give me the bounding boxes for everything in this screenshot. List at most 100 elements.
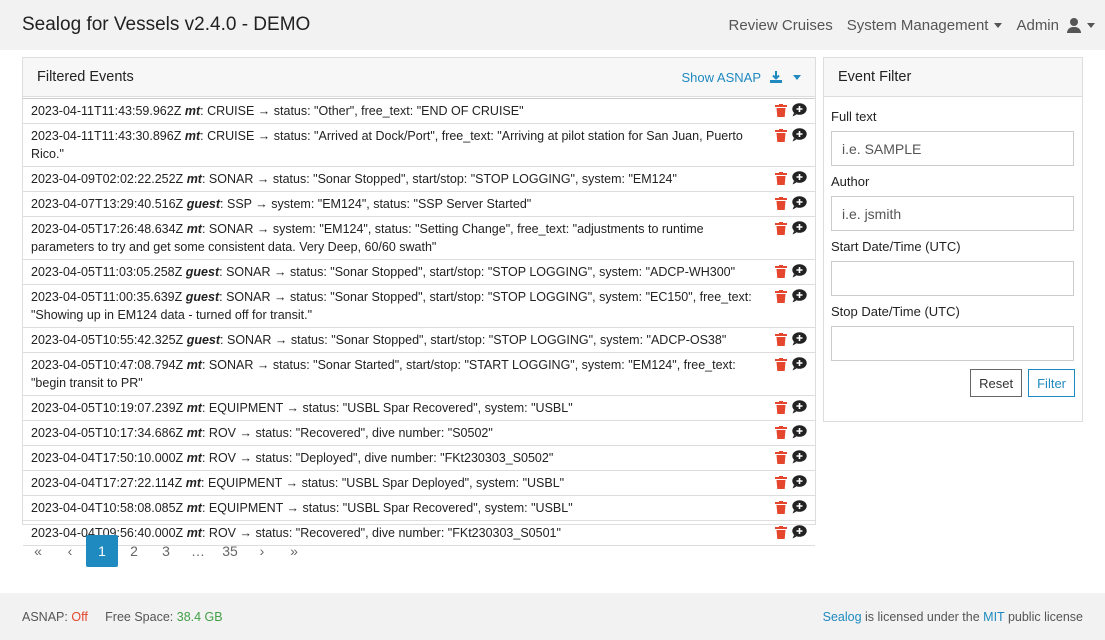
event-detail: status: "Sonar Stopped", start/stop: "ST… [290, 333, 727, 347]
page-1-button[interactable]: 1 [86, 535, 118, 567]
event-timestamp: 2023-04-05T10:17:34.686Z [31, 426, 184, 440]
comment-add-icon[interactable] [792, 400, 807, 414]
arrow-right-icon: → [274, 333, 288, 347]
trash-icon[interactable] [775, 400, 787, 414]
chevron-down-icon[interactable] [793, 74, 801, 80]
review-cruises-link[interactable]: Review Cruises [729, 17, 833, 34]
arrow-right-icon: → [286, 501, 300, 515]
trash-icon[interactable] [775, 103, 787, 117]
trash-icon[interactable] [775, 128, 787, 142]
start-datetime-input[interactable] [831, 261, 1074, 296]
trash-icon[interactable] [775, 525, 787, 539]
event-actions [775, 264, 807, 278]
event-type: SONAR [226, 290, 271, 304]
trash-icon[interactable] [775, 221, 787, 235]
event-author: mt [186, 426, 202, 440]
author-input[interactable] [831, 196, 1074, 231]
event-type: CRUISE [207, 129, 255, 143]
page-next-button[interactable]: › [246, 535, 278, 567]
page-prev-button[interactable]: ‹ [54, 535, 86, 567]
event-row[interactable]: 2023-04-09T02:02:22.252Z mt: SONAR → sta… [23, 167, 815, 192]
event-row[interactable]: 2023-04-05T17:26:48.634Z mt: SONAR → sys… [23, 217, 815, 260]
comment-add-icon[interactable] [792, 475, 807, 489]
trash-icon[interactable] [775, 425, 787, 439]
stop-datetime-input[interactable] [831, 326, 1074, 361]
event-actions [775, 221, 807, 235]
comment-add-icon[interactable] [792, 289, 807, 303]
event-row[interactable]: 2023-04-05T10:19:07.239Z mt: EQUIPMENT →… [23, 396, 815, 421]
system-management-label: System Management [846, 16, 989, 34]
page-35-button[interactable]: 35 [214, 535, 246, 567]
event-row[interactable]: 2023-04-05T11:03:05.258Z guest: SONAR → … [23, 260, 815, 285]
comment-add-icon[interactable] [792, 450, 807, 464]
event-row[interactable]: 2023-04-11T11:43:30.896Z mt: CRUISE → st… [23, 124, 815, 167]
trash-icon[interactable] [775, 357, 787, 371]
arrow-right-icon: → [257, 129, 271, 143]
reset-button[interactable]: Reset [970, 369, 1023, 397]
event-row[interactable]: 2023-04-07T13:29:40.516Z guest: SSP → sy… [23, 192, 815, 217]
license-text: is licensed under the [865, 609, 980, 624]
event-row[interactable]: 2023-04-04T10:58:08.085Z mt: EQUIPMENT →… [23, 496, 815, 521]
page-first-button[interactable]: « [22, 535, 54, 567]
event-timestamp: 2023-04-09T02:02:22.252Z [31, 172, 184, 186]
page-2-button[interactable]: 2 [118, 535, 150, 567]
show-asnap-label: Show ASNAP [681, 69, 762, 85]
event-row[interactable]: 2023-04-04T17:27:22.114Z mt: EQUIPMENT →… [23, 471, 815, 496]
event-author: mt [186, 401, 202, 415]
event-row[interactable]: 2023-04-05T10:17:34.686Z mt: ROV → statu… [23, 421, 815, 446]
trash-icon[interactable] [775, 475, 787, 489]
arrow-right-icon: → [255, 197, 268, 211]
app-brand[interactable]: Sealog for Vessels v2.4.0 - DEMO [22, 14, 310, 36]
comment-add-icon[interactable] [792, 332, 807, 346]
event-row[interactable]: 2023-04-05T10:55:42.325Z guest: SONAR → … [23, 328, 815, 353]
comment-add-icon[interactable] [792, 500, 807, 514]
event-actions [775, 450, 807, 464]
admin-dropdown[interactable]: Admin [1016, 17, 1095, 34]
system-management-dropdown[interactable]: System Management [847, 17, 1003, 34]
comment-add-icon[interactable] [792, 171, 807, 185]
sealog-link[interactable]: Sealog [823, 610, 862, 624]
event-type: SONAR [226, 265, 271, 279]
comment-add-icon[interactable] [792, 128, 807, 142]
comment-add-icon[interactable] [792, 103, 807, 117]
trash-icon[interactable] [775, 500, 787, 514]
event-detail: status: "USBL Spar Recovered", system: "… [302, 401, 573, 415]
event-author: mt [184, 129, 201, 143]
event-row[interactable]: 2023-04-04T17:50:10.000Z mt: ROV → statu… [23, 446, 815, 471]
event-row[interactable]: 2023-04-05T11:00:35.639Z guest: SONAR → … [23, 285, 815, 328]
page-3-button[interactable]: 3 [150, 535, 182, 567]
page-last-button[interactable]: » [278, 535, 310, 567]
download-icon[interactable] [769, 70, 783, 84]
event-actions [775, 400, 807, 414]
event-type: SONAR [208, 358, 254, 372]
event-row[interactable]: 2023-04-11T11:43:59.962Z mt: CRUISE → st… [23, 99, 815, 124]
comment-add-icon[interactable] [792, 525, 807, 539]
show-asnap-toggle[interactable]: Show ASNAP [681, 69, 801, 85]
trash-icon[interactable] [775, 171, 787, 185]
event-timestamp: 2023-04-04T17:27:22.114Z [31, 476, 183, 490]
full-text-input[interactable] [831, 131, 1074, 166]
event-detail: status: "Sonar Stopped", start/stop: "ST… [272, 172, 677, 186]
comment-add-icon[interactable] [792, 221, 807, 235]
event-author: guest [186, 197, 221, 211]
trash-icon[interactable] [775, 450, 787, 464]
trash-icon[interactable] [775, 196, 787, 210]
event-row[interactable]: 2023-04-05T10:47:08.794Z mt: SONAR → sta… [23, 353, 815, 396]
filter-button[interactable]: Filter [1028, 369, 1075, 397]
comment-add-icon[interactable] [792, 425, 807, 439]
trash-icon[interactable] [775, 289, 787, 303]
asnap-status-value: Off [71, 609, 88, 624]
event-type: EQUIPMENT [208, 401, 284, 415]
mit-link[interactable]: MIT [983, 610, 1004, 624]
chevron-down-icon [1087, 22, 1095, 28]
comment-add-icon[interactable] [792, 357, 807, 371]
events-panel-title: Filtered Events [37, 69, 134, 85]
event-actions [775, 500, 807, 514]
event-detail: status: "Other", free_text: "END OF CRUI… [273, 104, 524, 118]
filter-panel-header: Event Filter [824, 58, 1082, 97]
trash-icon[interactable] [775, 264, 787, 278]
trash-icon[interactable] [775, 332, 787, 346]
comment-add-icon[interactable] [792, 196, 807, 210]
comment-add-icon[interactable] [792, 264, 807, 278]
event-type: EQUIPMENT [208, 476, 283, 490]
